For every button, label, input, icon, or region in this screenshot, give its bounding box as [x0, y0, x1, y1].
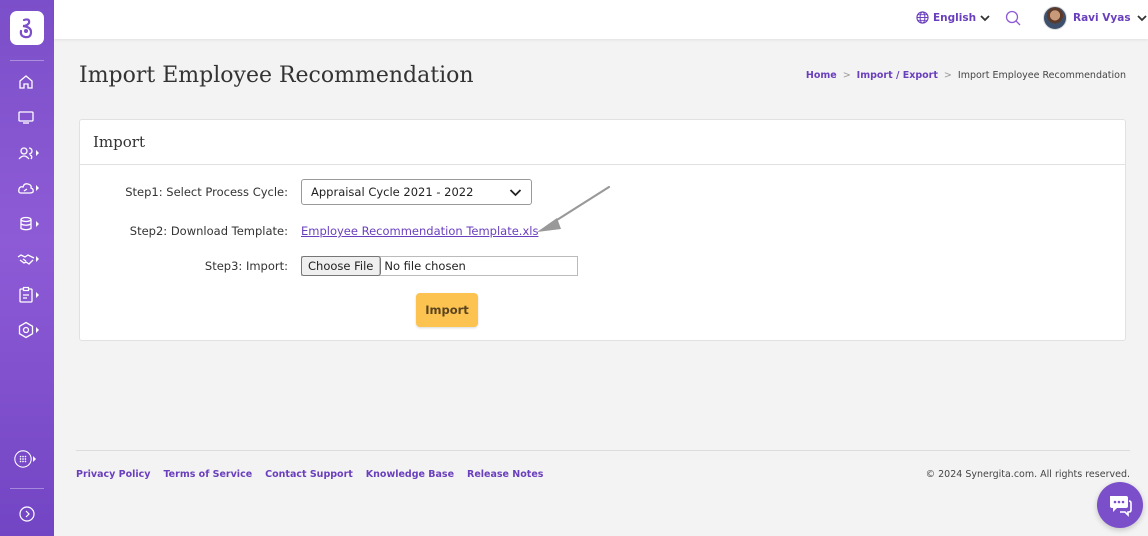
clipboard-icon: [19, 286, 33, 303]
user-menu[interactable]: Ravi Vyas: [1043, 6, 1147, 30]
sidebar-item-handshake[interactable]: [17, 249, 39, 269]
sidebar-item-clipboard[interactable]: [17, 285, 39, 305]
breadcrumb-home[interactable]: Home: [806, 70, 837, 81]
step1-label: Step1: Select Process Cycle:: [125, 185, 288, 199]
sidebar-item-home[interactable]: [17, 72, 39, 92]
language-label: English: [933, 11, 977, 24]
chevron-right-icon: [33, 456, 36, 462]
chevron-right-icon: [36, 185, 39, 191]
expand-icon: [19, 506, 35, 522]
sidebar-item-monitor[interactable]: [17, 107, 39, 127]
sidebar-item-users[interactable]: [17, 143, 39, 163]
breadcrumb-current: Import Employee Recommendation: [957, 70, 1126, 81]
search-button[interactable]: [1005, 10, 1021, 30]
handshake-icon: [17, 254, 35, 265]
sidebar-item-cloud[interactable]: [17, 178, 39, 198]
page-title: Import Employee Recommendation: [79, 63, 474, 88]
language-selector[interactable]: English: [916, 11, 990, 24]
footer-link-terms[interactable]: Terms of Service: [163, 469, 252, 480]
footer-links: Privacy Policy Terms of Service Contact …: [76, 469, 543, 480]
import-button[interactable]: Import: [416, 293, 478, 327]
process-cycle-value: Appraisal Cycle 2021 - 2022: [311, 185, 474, 199]
apps-icon: [14, 450, 32, 468]
users-icon: [18, 147, 33, 160]
sidebar-divider: [10, 60, 44, 61]
chat-icon: [1110, 496, 1132, 517]
card-title: Import: [80, 120, 1125, 165]
footer-link-knowledge[interactable]: Knowledge Base: [366, 469, 454, 480]
footer-link-privacy[interactable]: Privacy Policy: [76, 469, 150, 480]
sidebar-divider: [10, 488, 44, 489]
step2-label: Step2: Download Template:: [129, 224, 288, 238]
chevron-right-icon: >: [842, 70, 851, 81]
footer-divider: [76, 450, 1130, 451]
step3-label: Step3: Import:: [204, 259, 288, 273]
database-icon: [20, 216, 32, 231]
sidebar-item-settings[interactable]: [17, 320, 39, 340]
breadcrumb: Home > Import / Export > Import Employee…: [806, 70, 1126, 81]
avatar: [1043, 6, 1067, 30]
sidebar: [0, 0, 54, 536]
chat-support-button[interactable]: [1097, 482, 1143, 528]
annotation-arrow-icon: [537, 185, 611, 232]
footer-link-contact[interactable]: Contact Support: [265, 469, 353, 480]
sidebar-item-apps[interactable]: [14, 449, 36, 469]
search-icon: [1005, 10, 1021, 26]
user-name: Ravi Vyas: [1073, 12, 1131, 24]
process-cycle-select[interactable]: Appraisal Cycle 2021 - 2022: [301, 179, 532, 205]
download-template-link[interactable]: Employee Recommendation Template.xls: [301, 224, 538, 238]
footer-link-release[interactable]: Release Notes: [467, 469, 543, 480]
home-icon: [19, 75, 33, 89]
sidebar-expand-button[interactable]: [19, 504, 41, 524]
top-bar: English Ravi Vyas: [54, 0, 1148, 39]
file-status: No file chosen: [384, 259, 466, 273]
chevron-down-icon: [509, 188, 522, 196]
chevron-right-icon: >: [943, 70, 952, 81]
chevron-right-icon: [36, 327, 39, 333]
monitor-icon: [18, 111, 34, 124]
copyright-text: © 2024 Synergita.com. All rights reserve…: [925, 469, 1130, 480]
globe-icon: [916, 11, 929, 24]
chevron-right-icon: [36, 292, 39, 298]
cloud-icon: [18, 183, 34, 194]
logo-mark-icon: [19, 18, 33, 39]
settings-icon: [18, 321, 34, 339]
chevron-right-icon: [36, 150, 39, 156]
choose-file-button[interactable]: Choose File: [300, 256, 382, 276]
chevron-down-icon: [980, 14, 990, 21]
chevron-right-icon: [36, 221, 39, 227]
chevron-down-icon: [1136, 15, 1147, 22]
synergita-logo[interactable]: [10, 11, 44, 45]
sidebar-item-database[interactable]: [17, 214, 39, 234]
file-input[interactable]: Choose File No file chosen: [300, 256, 578, 276]
chevron-right-icon: [36, 256, 39, 262]
breadcrumb-import-export[interactable]: Import / Export: [857, 70, 938, 81]
